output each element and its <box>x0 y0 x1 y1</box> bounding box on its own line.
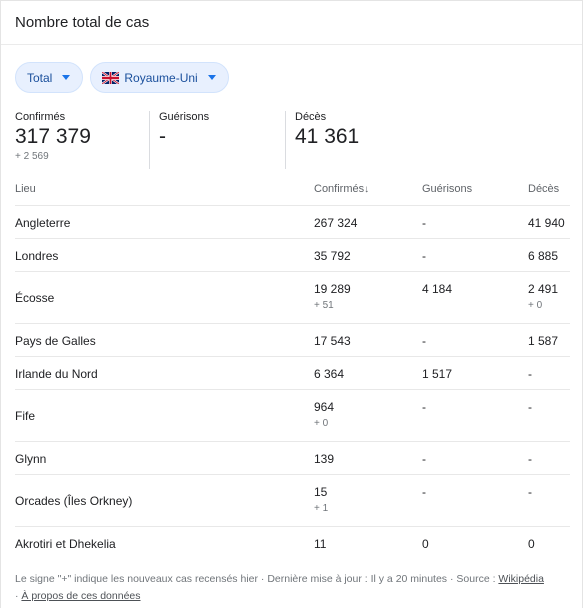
region-dropdown-label: Royaume-Uni <box>124 70 198 85</box>
cell-deaths: - <box>528 388 570 441</box>
table-row[interactable]: Londres 35 792 - 6 885 <box>15 237 570 271</box>
cell-recovered: - <box>422 322 528 356</box>
cell-place: Fife <box>15 388 314 441</box>
cell-confirmed: 267 324 <box>314 204 422 238</box>
table-row[interactable]: Irlande du Nord 6 364 1 517 - <box>15 355 570 389</box>
cell-recovered: - <box>422 204 528 238</box>
cell-confirmed-delta: + 0 <box>314 417 329 429</box>
column-header-deaths[interactable]: Décès <box>528 181 570 205</box>
cell-confirmed: 964 + 0 <box>314 388 422 441</box>
cell-recovered: - <box>422 388 528 441</box>
cell-deaths: 1 587 <box>528 322 570 356</box>
table-row[interactable]: Écosse 19 289 + 51 4 184 2 491 + 0 <box>15 270 570 323</box>
cell-place: Orcades (Îles Orkney) <box>15 473 314 526</box>
table-row[interactable]: Orcades (Îles Orkney) 15 + 1 - - <box>15 473 570 526</box>
cell-deaths-delta: + 0 <box>528 299 543 311</box>
cell-recovered: 0 <box>422 525 528 559</box>
cell-deaths: - <box>528 440 570 474</box>
footer-text: Le signe "+" indique les nouveaux cas re… <box>15 573 499 585</box>
uk-flag-icon <box>102 71 120 84</box>
cell-recovered: - <box>422 237 528 271</box>
table-row[interactable]: Pays de Galles 17 543 - 1 587 <box>15 322 570 356</box>
cell-confirmed: 17 543 <box>314 322 422 356</box>
table-header-row: Lieu Confirmés↓ Guérisons Décès <box>15 181 570 205</box>
column-header-recovered[interactable]: Guérisons <box>422 181 528 205</box>
stat-confirmed-value: 317 379 <box>15 125 91 148</box>
cell-place: Écosse <box>15 270 314 323</box>
stat-recovered: Guérisons - <box>159 111 209 169</box>
table-row[interactable]: Akrotiri et Dhekelia 11 0 0 <box>15 525 570 559</box>
table-row[interactable]: Glynn 139 - - <box>15 440 570 474</box>
table-row[interactable]: Fife 964 + 0 - - <box>15 388 570 441</box>
cell-place: Londres <box>15 237 314 271</box>
cell-recovered: - <box>422 440 528 474</box>
summary-stats: Confirmés 317 379 + 2 569 Guérisons - Dé… <box>15 111 570 169</box>
cell-deaths: 2 491 + 0 <box>528 270 570 323</box>
covid-stats-card: Nombre total de cas Total Royaume-Uni Co… <box>0 0 583 608</box>
cell-recovered: 4 184 <box>422 270 528 323</box>
cell-confirmed-value: 15 <box>314 484 328 499</box>
stat-recovered-value: - <box>159 125 166 148</box>
cell-confirmed: 11 <box>314 525 422 559</box>
stat-deaths: Décès 41 361 <box>295 111 359 169</box>
cell-place: Akrotiri et Dhekelia <box>15 525 314 559</box>
cell-recovered: - <box>422 473 528 526</box>
column-header-confirmed-label: Confirmés <box>314 183 365 195</box>
filter-bar: Total Royaume-Uni <box>15 62 229 93</box>
caret-down-icon <box>62 75 71 80</box>
stat-confirmed-delta: + 2 569 <box>15 151 49 162</box>
stat-deaths-value: 41 361 <box>295 125 360 148</box>
region-dropdown[interactable]: Royaume-Uni <box>90 62 229 93</box>
cell-confirmed-delta: + 1 <box>314 502 329 514</box>
stat-recovered-label: Guérisons <box>159 111 210 123</box>
cell-confirmed: 139 <box>314 440 422 474</box>
stat-confirmed: Confirmés 317 379 + 2 569 <box>15 111 91 169</box>
cell-confirmed: 6 364 <box>314 355 422 389</box>
cell-place: Irlande du Nord <box>15 355 314 389</box>
sort-down-arrow-icon: ↓ <box>364 184 370 195</box>
column-header-confirmed[interactable]: Confirmés↓ <box>314 181 422 205</box>
cell-recovered: 1 517 <box>422 355 528 389</box>
card-title: Nombre total de cas <box>1 1 582 45</box>
stat-deaths-label: Décès <box>295 111 327 123</box>
cell-confirmed-delta: + 51 <box>314 299 334 311</box>
caret-down-icon <box>207 75 216 80</box>
footer-note: Le signe "+" indique les nouveaux cas re… <box>15 571 571 605</box>
stat-confirmed-label: Confirmés <box>15 111 66 123</box>
about-data-link[interactable]: À propos de ces données <box>21 590 140 602</box>
cell-deaths: - <box>528 355 570 389</box>
divider <box>149 111 150 169</box>
metric-dropdown-label: Total <box>27 70 53 85</box>
cell-confirmed-value: 19 289 <box>314 281 351 296</box>
cell-place: Glynn <box>15 440 314 474</box>
cell-place: Angleterre <box>15 204 314 238</box>
table-row[interactable]: Angleterre 267 324 - 41 940 <box>15 204 570 238</box>
source-link[interactable]: Wikipédia <box>498 573 544 585</box>
divider <box>285 111 286 169</box>
cases-table: Lieu Confirmés↓ Guérisons Décès Angleter… <box>15 181 570 559</box>
metric-dropdown[interactable]: Total <box>15 62 84 93</box>
cell-confirmed: 15 + 1 <box>314 473 422 526</box>
cell-confirmed-value: 964 <box>314 399 335 414</box>
cell-place: Pays de Galles <box>15 322 314 356</box>
cell-deaths: 6 885 <box>528 237 570 271</box>
cell-deaths-value: 2 491 <box>528 281 559 296</box>
column-header-place[interactable]: Lieu <box>15 181 314 205</box>
cell-confirmed: 35 792 <box>314 237 422 271</box>
cell-deaths: 0 <box>528 525 570 559</box>
cell-deaths: 41 940 <box>528 204 570 238</box>
cell-deaths: - <box>528 473 570 526</box>
cell-confirmed: 19 289 + 51 <box>314 270 422 323</box>
